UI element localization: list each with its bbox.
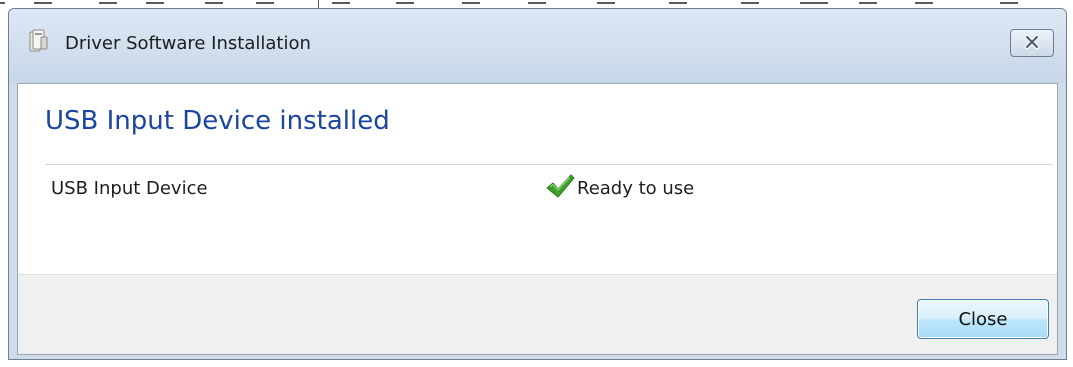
background-dash <box>146 2 164 4</box>
background-dash <box>597 2 615 4</box>
background-dash <box>669 2 687 4</box>
installation-heading: USB Input Device installed <box>45 106 390 136</box>
green-checkmark-icon <box>545 172 575 204</box>
window-close-button[interactable] <box>1010 29 1054 57</box>
close-button[interactable]: Close <box>917 299 1049 339</box>
screen: Driver Software Installation USB Input D… <box>0 0 1073 367</box>
background-divider <box>318 0 319 8</box>
driver-installation-dialog: Driver Software Installation USB Input D… <box>8 8 1067 360</box>
background-dash <box>800 2 828 4</box>
background-dash <box>34 2 52 4</box>
driver-installer-icon <box>29 29 49 53</box>
background-dash <box>99 2 117 4</box>
background-dash <box>915 2 933 4</box>
background-dash <box>396 2 414 4</box>
background-dash <box>741 2 759 4</box>
dialog-content: USB Input Device installed USB Input Dev… <box>17 83 1058 355</box>
background-dash <box>859 2 877 4</box>
window-title: Driver Software Installation <box>65 33 311 54</box>
background-dash <box>256 2 274 4</box>
close-x-icon <box>1024 34 1040 53</box>
title-bar[interactable]: Driver Software Installation <box>9 9 1066 83</box>
background-dash <box>1000 2 1018 4</box>
dialog-footer: Close <box>18 274 1057 354</box>
device-status: Ready to use <box>545 172 694 204</box>
background-dash <box>528 2 546 4</box>
background-dash <box>205 2 223 4</box>
background-dash <box>0 2 5 4</box>
background-dash <box>332 2 350 4</box>
heading-divider <box>45 164 1053 165</box>
status-text: Ready to use <box>577 177 695 199</box>
device-name: USB Input Device <box>51 178 208 199</box>
background-dash <box>462 2 480 4</box>
